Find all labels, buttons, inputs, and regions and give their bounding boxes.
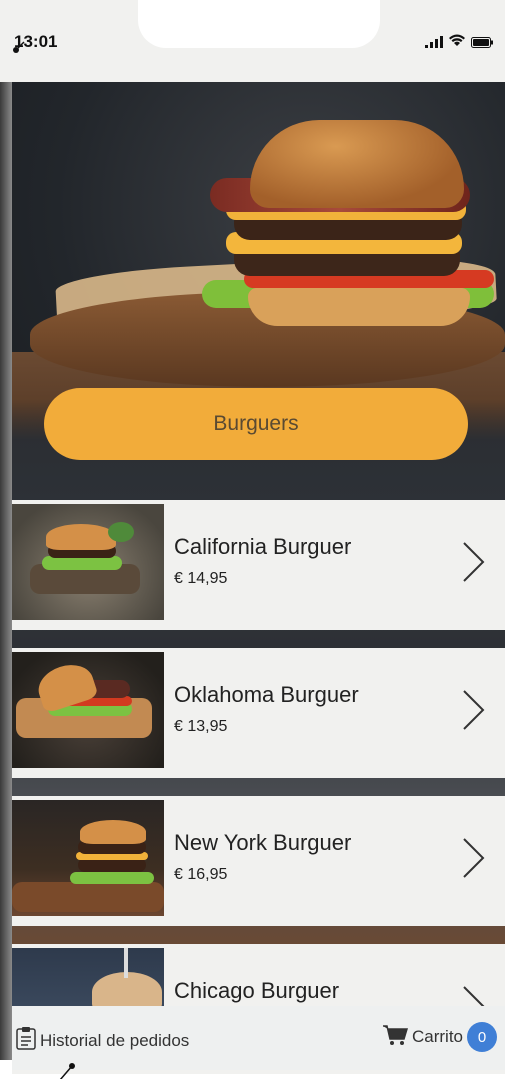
cursor-indicator [58, 1062, 78, 1079]
order-history-button[interactable]: Historial de pedidos [16, 1026, 189, 1055]
cart-icon [382, 1024, 408, 1051]
wifi-icon [449, 34, 465, 47]
product-name: New York Burguer [174, 830, 352, 855]
battery-icon [471, 35, 493, 48]
order-history-label: Historial de pedidos [40, 1030, 190, 1050]
product-item-oklahoma[interactable]: Oklahoma Burguer € 13,95 [12, 648, 505, 778]
chevron-right-icon [461, 836, 487, 880]
product-name: Chicago Burguer [174, 978, 340, 1003]
product-name: Oklahoma Burguer [174, 682, 359, 707]
product-item-california[interactable]: California Burguer € 14,95 [12, 500, 505, 630]
product-list[interactable]: California Burguer € 14,95 Oklahoma Burg… [12, 500, 505, 1074]
cart-label: Carrito [411, 1027, 463, 1046]
product-price: € 14,95 [174, 570, 228, 587]
category-button[interactable]: Burguers [44, 388, 468, 460]
chevron-right-icon [461, 540, 487, 584]
product-name: California Burguer [174, 534, 352, 559]
cart-count-badge: 0 [467, 1022, 497, 1052]
device-frame [0, 60, 12, 1060]
product-image [12, 504, 164, 620]
cursor-indicator [12, 40, 26, 54]
signal-icon [425, 35, 443, 48]
product-image [12, 652, 164, 768]
chevron-right-icon [461, 688, 487, 732]
hero-burger-bun-top [250, 120, 464, 208]
phone-screen: 13:01 Burguers California Burguer € 14,9… [0, 0, 505, 1079]
hero-burger-bun-bottom [248, 288, 470, 326]
status-bar: 13:01 [0, 0, 505, 82]
product-price: € 16,95 [174, 866, 228, 883]
product-price: € 13,95 [174, 718, 228, 735]
notch [138, 0, 380, 48]
bottom-nav: Historial de pedidos Carrito 0 [12, 1006, 505, 1070]
product-image [12, 800, 164, 916]
status-icons [425, 34, 493, 48]
cart-button[interactable]: Carrito 0 [382, 1022, 497, 1052]
product-item-new-york[interactable]: New York Burguer € 16,95 [12, 796, 505, 926]
clipboard-icon [16, 1026, 36, 1055]
